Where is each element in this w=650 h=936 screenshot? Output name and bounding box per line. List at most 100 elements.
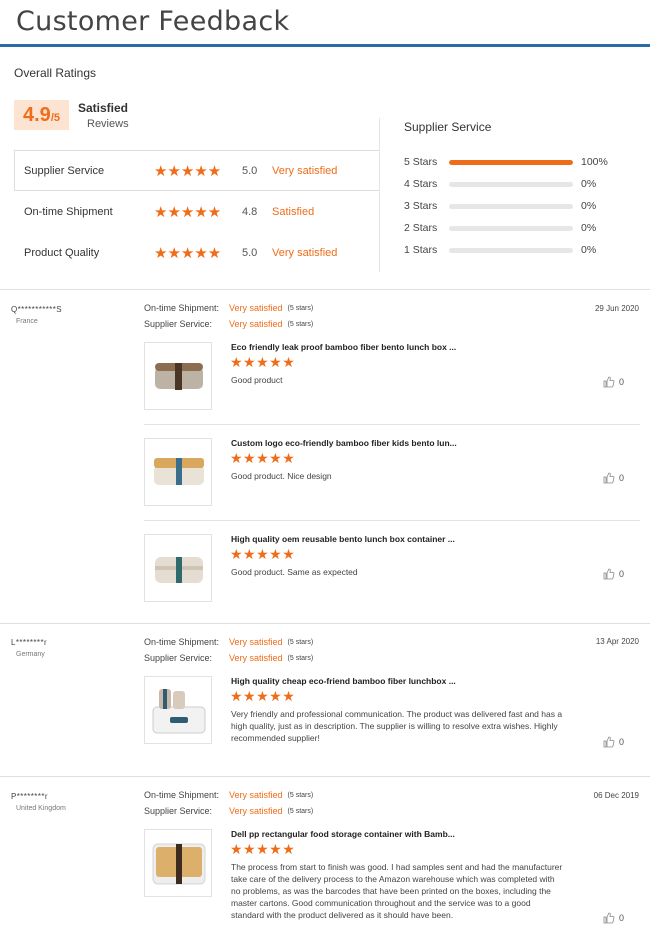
rating-name: Product Quality [24, 247, 100, 259]
rating-row-product-quality: Product Quality ★★★★★ 5.0 Very satisfied [24, 243, 384, 263]
like-button[interactable]: 0 [603, 736, 624, 748]
item-stars: ★★★★★ [230, 841, 296, 857]
product-title-link[interactable]: High quality oem reusable bento lunch bo… [231, 534, 455, 544]
item-divider [144, 424, 640, 425]
review-text: The process from start to finish was goo… [231, 862, 563, 920]
shipment-rating: On-time Shipment: Very satisfied (5 star… [144, 790, 313, 800]
shipment-value: Very satisfied [229, 303, 283, 313]
rating-stars: ★★★★★ [154, 163, 222, 180]
thumbs-up-icon [603, 568, 615, 580]
section-divider [0, 289, 650, 290]
reviewer-country: Germany [16, 651, 45, 658]
rating-word: Satisfied [272, 206, 315, 218]
page-title: Customer Feedback [16, 6, 290, 37]
distribution-label: 1 Stars [404, 244, 438, 256]
distribution-row-1: 1 Stars 0% [404, 243, 644, 257]
review-divider [0, 776, 650, 777]
review-item: High quality cheap eco-friend bamboo fib… [144, 676, 640, 756]
distribution-label: 2 Stars [404, 222, 438, 234]
like-count: 0 [618, 569, 624, 579]
reviewer-country: France [16, 318, 38, 325]
rating-stars: ★★★★★ [154, 204, 222, 221]
review-item: Dell pp rectangular food storage contain… [144, 829, 640, 929]
distribution-percent: 100% [581, 156, 608, 168]
rating-row-on-time-shipment: On-time Shipment ★★★★★ 4.8 Satisfied [24, 202, 384, 222]
product-thumbnail[interactable] [144, 829, 212, 897]
thumbs-up-icon [603, 472, 615, 484]
rating-word: Very satisfied [272, 165, 338, 177]
distribution-label: 4 Stars [404, 178, 438, 190]
overall-ratings-label: Overall Ratings [14, 66, 97, 80]
distribution-bar [449, 225, 573, 231]
service-label: Supplier Service: [144, 806, 213, 816]
rating-value: 5.0 [242, 247, 258, 259]
thumbs-up-icon [603, 376, 615, 388]
shipment-label: On-time Shipment: [144, 637, 220, 647]
rating-value: 5.0 [242, 165, 258, 177]
review-divider [0, 623, 650, 624]
like-button[interactable]: 0 [603, 912, 624, 924]
overall-score: 4.9 [23, 104, 51, 126]
reviewer-name: L********r [11, 638, 48, 647]
distribution-row-4: 4 Stars 0% [404, 177, 644, 191]
review-date: 06 Dec 2019 [593, 791, 639, 800]
product-title-link[interactable]: Eco friendly leak proof bamboo fiber ben… [231, 342, 456, 352]
item-stars: ★★★★★ [230, 450, 296, 466]
distribution-row-5: 5 Stars 100% [404, 155, 644, 169]
reviewer-name: P********r [11, 792, 48, 801]
item-stars: ★★★★★ [230, 546, 296, 562]
shipment-label: On-time Shipment: [144, 790, 220, 800]
like-button[interactable]: 0 [603, 472, 624, 484]
review-item: Eco friendly leak proof bamboo fiber ben… [144, 342, 640, 412]
service-value: Very satisfied [229, 653, 283, 663]
shipment-rating: On-time Shipment: Very satisfied (5 star… [144, 303, 313, 313]
distribution-bar [449, 203, 573, 209]
product-thumbnail[interactable] [144, 342, 212, 410]
distribution-bar [449, 181, 573, 187]
review-item: Custom logo eco-friendly bamboo fiber ki… [144, 438, 640, 508]
overall-score-badge: 4.9 /5 [14, 100, 69, 130]
review-date: 13 Apr 2020 [595, 637, 639, 646]
service-value: Very satisfied [229, 319, 283, 329]
product-title-link[interactable]: Custom logo eco-friendly bamboo fiber ki… [231, 438, 457, 448]
product-thumbnail[interactable] [144, 534, 212, 602]
distribution-fill [449, 159, 573, 165]
like-count: 0 [618, 913, 624, 923]
thumbs-up-icon [603, 736, 615, 748]
service-value: Very satisfied [229, 806, 283, 816]
service-rating: Supplier Service: Very satisfied (5 star… [144, 806, 313, 816]
reviews-link[interactable]: Reviews [87, 118, 129, 130]
distribution-bar [449, 159, 573, 165]
item-stars: ★★★★★ [230, 354, 296, 370]
review-text: Good product. Nice design [231, 471, 332, 481]
product-title-link[interactable]: High quality cheap eco-friend bamboo fib… [231, 676, 456, 686]
service-rating: Supplier Service: Very satisfied (5 star… [144, 653, 313, 663]
like-count: 0 [618, 377, 624, 387]
product-title-link[interactable]: Dell pp rectangular food storage contain… [231, 829, 455, 839]
shipment-label: On-time Shipment: [144, 303, 220, 313]
product-thumbnail[interactable] [144, 438, 212, 506]
distribution-percent: 0% [581, 178, 597, 190]
service-stars: (5 stars) [287, 320, 314, 328]
reviewer-name: Q***********S [11, 305, 63, 314]
like-count: 0 [618, 473, 624, 483]
item-divider [144, 520, 640, 521]
rating-row-supplier-service: Supplier Service ★★★★★ 5.0 Very satisfie… [24, 161, 384, 181]
distribution-percent: 0% [581, 244, 597, 256]
review-date: 29 Jun 2020 [594, 304, 639, 313]
like-button[interactable]: 0 [603, 568, 624, 580]
review-item: High quality oem reusable bento lunch bo… [144, 534, 640, 604]
review-text: Very friendly and professional communica… [231, 709, 563, 743]
reviewer-country: United Kingdom [16, 805, 66, 812]
rating-name: On-time Shipment [24, 206, 113, 218]
shipment-stars: (5 stars) [287, 304, 314, 312]
item-stars: ★★★★★ [230, 688, 296, 704]
shipment-stars: (5 stars) [287, 638, 314, 646]
distribution-bar [449, 247, 573, 253]
like-button[interactable]: 0 [603, 376, 624, 388]
service-stars: (5 stars) [287, 654, 314, 662]
title-divider [0, 44, 650, 47]
shipment-rating: On-time Shipment: Very satisfied (5 star… [144, 637, 313, 647]
distribution-percent: 0% [581, 200, 597, 212]
product-thumbnail[interactable] [144, 676, 212, 744]
